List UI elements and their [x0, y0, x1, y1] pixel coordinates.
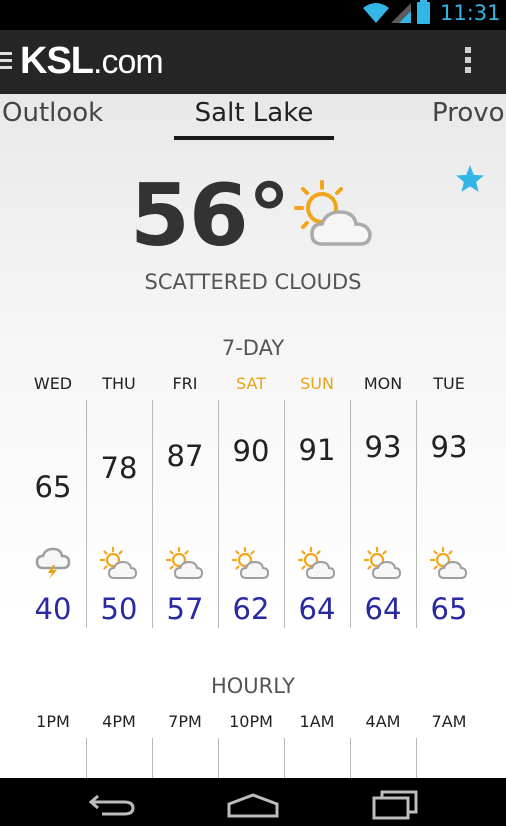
battery-icon	[417, 0, 430, 24]
day-low-temp: 40	[34, 592, 72, 626]
wifi-icon	[363, 3, 389, 23]
partly-cloudy-icon	[165, 546, 204, 579]
status-bar: 11:31	[0, 0, 506, 30]
partly-cloudy-icon	[429, 546, 468, 579]
recent-apps-icon[interactable]	[370, 790, 420, 820]
ksl-logo[interactable]: KSL.com	[20, 39, 164, 83]
day-label: THU	[102, 374, 136, 393]
logo-rest: .com	[93, 43, 164, 81]
back-icon[interactable]	[88, 792, 136, 816]
day-condition-icon	[152, 546, 218, 584]
nav-bar	[0, 778, 506, 826]
column-divider	[218, 738, 219, 778]
day-condition-icon	[86, 546, 152, 584]
column-divider	[284, 738, 285, 778]
day-low-temp: 50	[100, 592, 138, 626]
hour-label: 4AM	[365, 712, 401, 731]
hour-label: 4PM	[102, 712, 136, 731]
hourly-labels: 1PM 4PM 7PM 10PM 1AM 4AM 7AM	[20, 712, 482, 734]
partly-cloudy-icon	[294, 180, 372, 246]
day-label: SUN	[300, 374, 334, 393]
partly-cloudy-icon	[363, 546, 402, 579]
overflow-menu-icon[interactable]	[462, 47, 474, 77]
day-high-temp: 93	[364, 430, 402, 464]
day-low-temp: 65	[430, 592, 468, 626]
day-condition-icon	[350, 546, 416, 584]
hour-label: 7AM	[431, 712, 467, 731]
day-condition-icon	[20, 546, 86, 584]
day-high-temp: 78	[100, 451, 138, 485]
partly-cloudy-icon	[99, 546, 138, 579]
day-high-temp: 87	[166, 439, 204, 473]
thunderstorm-icon	[35, 547, 71, 579]
signal-icon	[391, 3, 411, 23]
seven-day-labels: WED THU FRI SAT SUN MON TUE	[20, 374, 482, 396]
weather-content[interactable]: Outlook Salt Lake Provo 56° SCATTERED CL…	[0, 94, 506, 778]
menu-icon[interactable]	[0, 52, 12, 72]
tab-outlook[interactable]: Outlook	[2, 98, 103, 128]
home-icon[interactable]	[225, 792, 281, 818]
column-divider	[86, 738, 87, 778]
day-low-temp: 64	[298, 592, 336, 626]
app-bar: KSL.com	[0, 30, 506, 94]
day-condition-icon	[284, 546, 350, 584]
logo-bold: KSL	[20, 40, 94, 82]
day-condition-icon	[218, 546, 284, 584]
day-high-temp: 90	[232, 434, 270, 468]
column-divider	[152, 738, 153, 778]
hour-label: 7PM	[168, 712, 202, 731]
hour-label: 1AM	[299, 712, 335, 731]
tab-salt-lake[interactable]: Salt Lake	[174, 98, 334, 128]
star-icon[interactable]	[454, 164, 486, 194]
column-divider	[416, 738, 417, 778]
day-low-temp: 57	[166, 592, 204, 626]
day-label: WED	[33, 374, 73, 393]
day-low-temp: 64	[364, 592, 402, 626]
day-high-temp: 91	[298, 433, 336, 467]
day-label: FRI	[172, 374, 198, 393]
day-condition-icon	[416, 546, 482, 584]
hourly-title: HOURLY	[210, 674, 296, 698]
day-high-temp: 65	[34, 470, 72, 504]
partly-cloudy-icon	[231, 546, 270, 579]
hour-label: 10PM	[229, 712, 273, 731]
partly-cloudy-icon	[297, 546, 336, 579]
status-clock: 11:31	[440, 1, 501, 25]
current-temperature: 56°	[130, 166, 291, 266]
day-high-temp: 93	[430, 430, 468, 464]
day-low-temp: 62	[232, 592, 270, 626]
day-label: TUE	[433, 374, 465, 393]
tab-provo[interactable]: Provo	[432, 98, 505, 128]
day-label: MON	[363, 374, 403, 393]
hour-label: 1PM	[36, 712, 70, 731]
seven-day-title: 7-DAY	[221, 336, 285, 360]
column-divider	[350, 738, 351, 778]
current-condition: SCATTERED CLOUDS	[144, 270, 362, 294]
tab-indicator	[174, 136, 334, 140]
day-label: SAT	[236, 374, 266, 393]
